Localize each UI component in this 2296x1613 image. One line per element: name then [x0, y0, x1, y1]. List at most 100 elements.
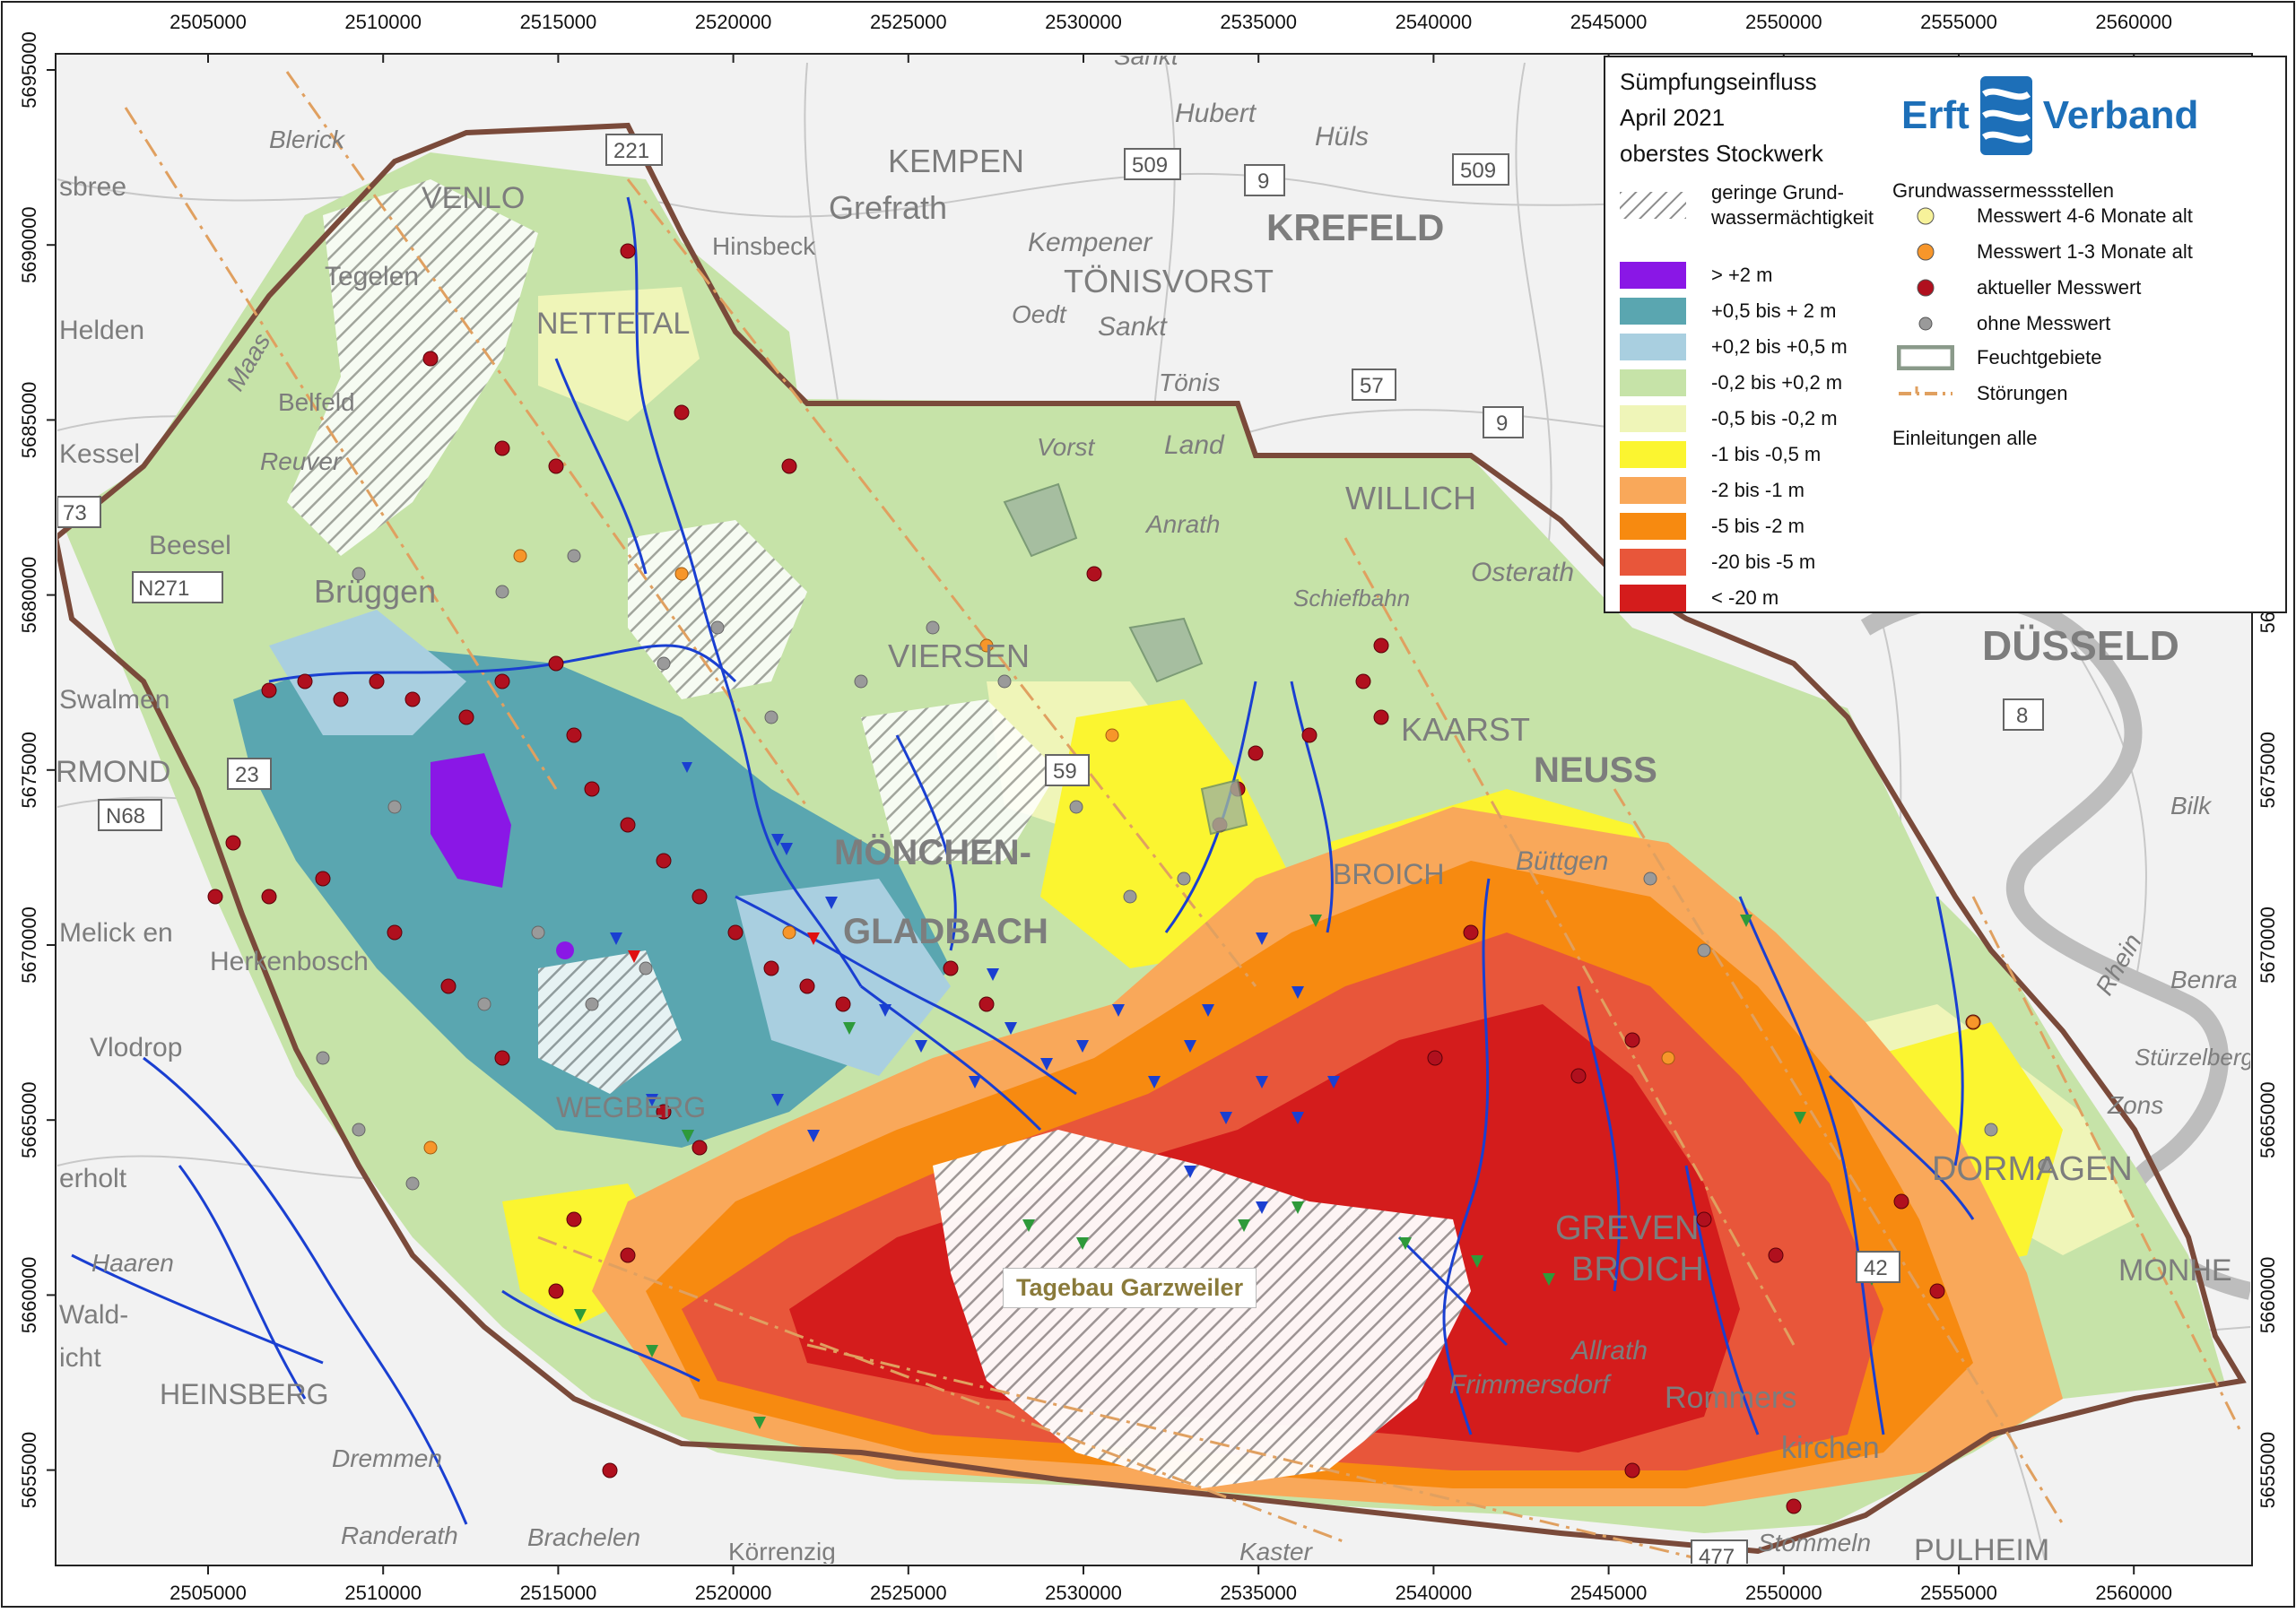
legend-class-swatch [1620, 441, 1686, 468]
legend-class-swatch [1620, 549, 1686, 576]
label-greven: GREVEN [1555, 1210, 1699, 1247]
legend-class-row: -1 bis -0,5 m [1620, 439, 1821, 470]
legend-class-row: -0,2 bis +0,2 m [1620, 368, 1842, 398]
legend-class-swatch [1620, 513, 1686, 540]
label-benrath: Benra [2170, 966, 2238, 993]
legend-inflows: Einleitungen alle [1892, 427, 2038, 449]
label-wegberg: WEGBERG [556, 1091, 706, 1123]
legend-class-swatch [1620, 334, 1686, 360]
label-broich: BROICH [1333, 858, 1444, 890]
x-tick-label: 2555000 [1920, 11, 1997, 33]
road-shield-509: 509 [1124, 148, 1181, 180]
x-tick-label: 2505000 [170, 11, 247, 33]
y-tick-label: 5655000 [18, 1432, 40, 1509]
svg-text:221: 221 [613, 139, 649, 163]
label-sankt: Sankt [1098, 312, 1168, 342]
legend-hatch-label: geringe Grund- wassermächtigkeit [1711, 181, 1874, 229]
label-rommers: Rommers [1665, 1381, 1796, 1415]
open-pit-label: Tagebau Garzweiler [1003, 1268, 1257, 1308]
gw-legend-row: ohne Messwert [1892, 308, 2110, 339]
y-tick-label-right: 5665000 [2257, 1081, 2279, 1158]
x-tick-label: 2550000 [1745, 11, 1822, 33]
legend-class-label: -2 bis -1 m [1711, 479, 1805, 501]
x-tick-label: 2560000 [2095, 1582, 2172, 1604]
svg-text:509: 509 [1460, 159, 1496, 183]
label-nettetal: NETTETAL [536, 307, 690, 341]
label-vlodrop: Vlodrop [90, 1033, 182, 1062]
gw-point-icon [1892, 274, 1959, 301]
label-osterath: Osterath [1471, 558, 1574, 587]
road-shield-59: 59 [1045, 754, 1090, 786]
label-krefeld: KREFELD [1266, 206, 1444, 248]
label-pulheim: PULHEIM [1914, 1533, 2049, 1567]
label-reuver: Reuver [260, 447, 343, 475]
legend-class-label: -0,5 bis -0,2 m [1711, 407, 1838, 429]
label-korrenzig: Körrenzig [728, 1538, 836, 1565]
label-bruggen: Brüggen [314, 573, 436, 610]
x-tick-label: 2510000 [344, 1582, 422, 1604]
label-schiefbahn: Schiefbahn [1293, 585, 1410, 611]
road-shield-9b: 9 [1483, 406, 1524, 438]
erftverband-logo: Erft Verband [1901, 66, 2198, 165]
label-allrath: Allrath [1570, 1336, 1648, 1366]
wetland-icon [1897, 345, 1954, 370]
label-neuss: NEUSS [1534, 750, 1657, 790]
label-swalmen: Swalmen [59, 685, 170, 715]
label-zons: Zons [2107, 1091, 2163, 1119]
label-dremmen: Dremmen [332, 1444, 442, 1472]
road-shield-221: 221 [605, 134, 663, 166]
legend-class-row: -5 bis -2 m [1620, 511, 1805, 542]
label-kaster: Kaster [1239, 1538, 1314, 1565]
y-tick-label: 5665000 [18, 1081, 40, 1158]
legend-class-swatch [1620, 405, 1686, 432]
label-helden: Helden [59, 316, 144, 345]
gw-legend-row: aktueller Messwert [1892, 273, 2141, 303]
hatch-swatch [1620, 192, 1686, 219]
legend-class-label: +0,2 bis +0,5 m [1711, 335, 1848, 358]
x-tick-label: 2530000 [1045, 11, 1122, 33]
legend-class-label: -0,2 bis +0,2 m [1711, 371, 1843, 394]
label-anrath: Anrath [1144, 510, 1221, 538]
y-tick-label: 5685000 [18, 382, 40, 459]
x-tick-label: 2550000 [1745, 1582, 1822, 1604]
gw-point-icon [1892, 310, 1959, 337]
x-tick-label: 2545000 [1570, 11, 1648, 33]
label-monheim: MONHE [2118, 1253, 2232, 1288]
legend-class-label: > +2 m [1711, 264, 1773, 286]
legend-class-swatch [1620, 298, 1686, 325]
x-tick-label: 2510000 [344, 11, 422, 33]
label-kempener: Kempener [1028, 228, 1152, 257]
legend-class-swatch [1620, 585, 1686, 611]
legend-class-label: +0,5 bis + 2 m [1711, 299, 1837, 322]
svg-text:73: 73 [63, 501, 87, 525]
gw-point-icon [1892, 238, 1959, 265]
x-tick-label: 2525000 [870, 1582, 947, 1604]
gw-legend-label: aktueller Messwert [1977, 276, 2142, 299]
svg-text:N68: N68 [106, 804, 145, 828]
label-sturzelberg: Stürzelberg [2135, 1044, 2254, 1071]
label-venlo: VENLO [422, 181, 525, 215]
fault-icon [1899, 386, 1952, 395]
gw-legend-label: Messwert 4-6 Monate alt [1977, 204, 2193, 227]
x-tick-label: 2560000 [2095, 11, 2172, 33]
legend-class-label: < -20 m [1711, 586, 1779, 609]
logo-waves-icon [1979, 76, 2032, 155]
svg-text:509: 509 [1132, 153, 1168, 178]
gw-point-icon [1892, 203, 1959, 230]
x-tick-label: 2525000 [870, 11, 947, 33]
legend-class-row: +0,2 bis +0,5 m [1620, 332, 1848, 362]
legend-class-label: -20 bis -5 m [1711, 551, 1816, 573]
label-heinsberg: HEINSBERG [160, 1378, 328, 1410]
label-melick: Melick en [59, 918, 173, 948]
label-herkenbosch: Herkenbosch [210, 947, 369, 976]
x-tick-label: 2515000 [520, 1582, 597, 1604]
label-monchen: MÖNCHEN- [834, 832, 1031, 872]
y-tick-label: 5695000 [18, 31, 40, 108]
gw-legend-label: Messwert 1-3 Monate alt [1977, 240, 2193, 263]
label-buttgen: Büttgen [1516, 846, 1608, 876]
label-icht: icht [59, 1343, 101, 1373]
y-axis-left: 5695000 5690000 5685000 5680000 5675000 56700… [18, 31, 40, 1508]
label-brachelen: Brachelen [527, 1523, 640, 1551]
label-haaren: Haaren [91, 1249, 174, 1277]
road-shield-42: 42 [1856, 1251, 1900, 1283]
